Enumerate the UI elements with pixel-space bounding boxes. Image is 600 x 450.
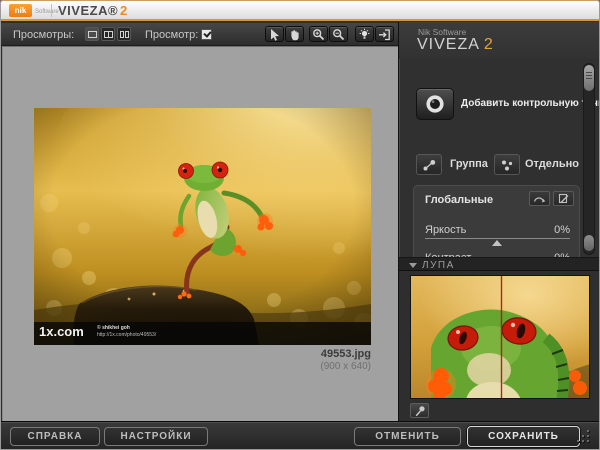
edit-curves-button[interactable] [553,191,574,206]
watermark-url: http://1x.com/photo/49553/ [97,332,156,338]
image-dimensions: (900 x 640) [320,361,371,372]
resize-grip[interactable] [577,430,591,444]
view-sidebyside-button[interactable] [117,27,131,41]
reset-arrow-icon [533,194,546,204]
image-caption: 49553.jpg (900 x 640) [320,348,371,372]
collapse-triangle-icon [409,263,417,268]
preview-checkbox[interactable] [201,29,212,40]
exit-button[interactable] [375,26,394,42]
loupe-header[interactable]: ЛУПА [399,257,600,271]
watermark-credit: © shikhei goh [97,325,130,331]
edit-page-icon [557,193,570,204]
control-point-icon [424,93,446,115]
loupe-pin-button[interactable] [410,403,429,418]
panel-title-version: 2 [484,36,494,53]
cursor-arrow-icon [268,28,281,41]
group-button[interactable] [416,154,442,175]
add-control-point-button[interactable] [416,88,454,120]
title-bar: nik Software VIVEZA®2 [1,1,599,21]
app-title: VIVEZA®2 [58,3,128,18]
split-preview-line[interactable] [501,276,502,399]
help-button[interactable]: СПРАВКА [10,427,100,446]
footer-bar: СПРАВКА НАСТРОЙКИ ОТМЕНИТЬ СОХРАНИТЬ [1,421,599,450]
separate-label: Отдельно [525,158,579,170]
nik-logo: nik [9,4,32,17]
toolbar: Просмотры: Просмотр: [1,23,398,46]
frog-photo-graphic [34,108,371,345]
views-label: Просмотры: [13,29,74,41]
panel-scrollbar-cap[interactable] [584,235,594,251]
brightness-slider-row: Яркость 0% [425,224,570,236]
group-label: Группа [450,158,488,170]
global-adjustments-section: Глобальные Яркость 0% [413,185,580,257]
brightness-value: 0% [554,224,570,236]
panel-scrollbar-track[interactable] [583,63,595,255]
cancel-button[interactable]: ОТМЕНИТЬ [354,427,461,446]
panel-title: VIVEZA2 [417,36,494,54]
panel-header: Nik Software VIVEZA2 [399,22,600,59]
reset-button[interactable] [529,191,550,206]
pin-icon [414,405,426,417]
select-tool-button[interactable] [265,26,284,42]
settings-area: Добавить контрольную точку Группа Отдель… [399,59,600,257]
group-points-icon [422,158,437,172]
view-single-button[interactable] [85,27,99,41]
lightbulb-icon [358,28,371,41]
global-section-title: Глобальные [425,194,493,206]
loupe-preview[interactable] [410,275,590,399]
watermark-site: 1x.com [39,324,84,339]
app-title-text: VIVEZA® [58,3,118,18]
pan-tool-button[interactable] [285,26,304,42]
save-button[interactable]: СОХРАНИТЬ [467,426,580,447]
view-split-button[interactable] [101,27,115,41]
add-control-point-label: Добавить контрольную точку [461,98,600,109]
zoom-in-icon [312,28,325,41]
settings-button[interactable]: НАСТРОЙКИ [104,427,208,446]
main-photo[interactable]: 1x.com © shikhei goh http://1x.com/photo… [34,108,371,345]
preview-label: Просмотр: [145,29,198,41]
brightness-thumb[interactable] [492,240,502,246]
separate-button[interactable] [494,154,520,175]
separate-points-icon [500,158,515,172]
viveza-window: nik Software VIVEZA®2 Просмотры: Просмот… [0,0,600,450]
panel-title-text: VIVEZA [417,36,480,53]
logo-divider [51,4,52,17]
zoom-out-button[interactable] [329,26,348,42]
split-view-icon [104,31,113,38]
loupe-title: ЛУПА [422,260,455,271]
exit-door-icon [378,28,391,41]
image-canvas[interactable]: 1x.com © shikhei goh http://1x.com/photo… [2,46,398,421]
zoom-out-icon [332,28,345,41]
brightness-track[interactable] [425,238,570,239]
background-brightness-button[interactable] [355,26,374,42]
image-filename: 49553.jpg [320,348,371,360]
app-title-version: 2 [120,3,128,18]
single-view-icon [88,31,97,38]
nik-logo-sub: Software [35,9,59,15]
sidebyside-view-icon [120,31,129,38]
hand-icon [288,28,301,41]
brightness-label: Яркость [425,224,466,236]
settings-panel: Nik Software VIVEZA2 Добавить контрольну… [398,22,600,421]
zoom-in-button[interactable] [309,26,328,42]
panel-scrollbar-thumb[interactable] [584,65,594,91]
loupe-body [399,271,600,421]
